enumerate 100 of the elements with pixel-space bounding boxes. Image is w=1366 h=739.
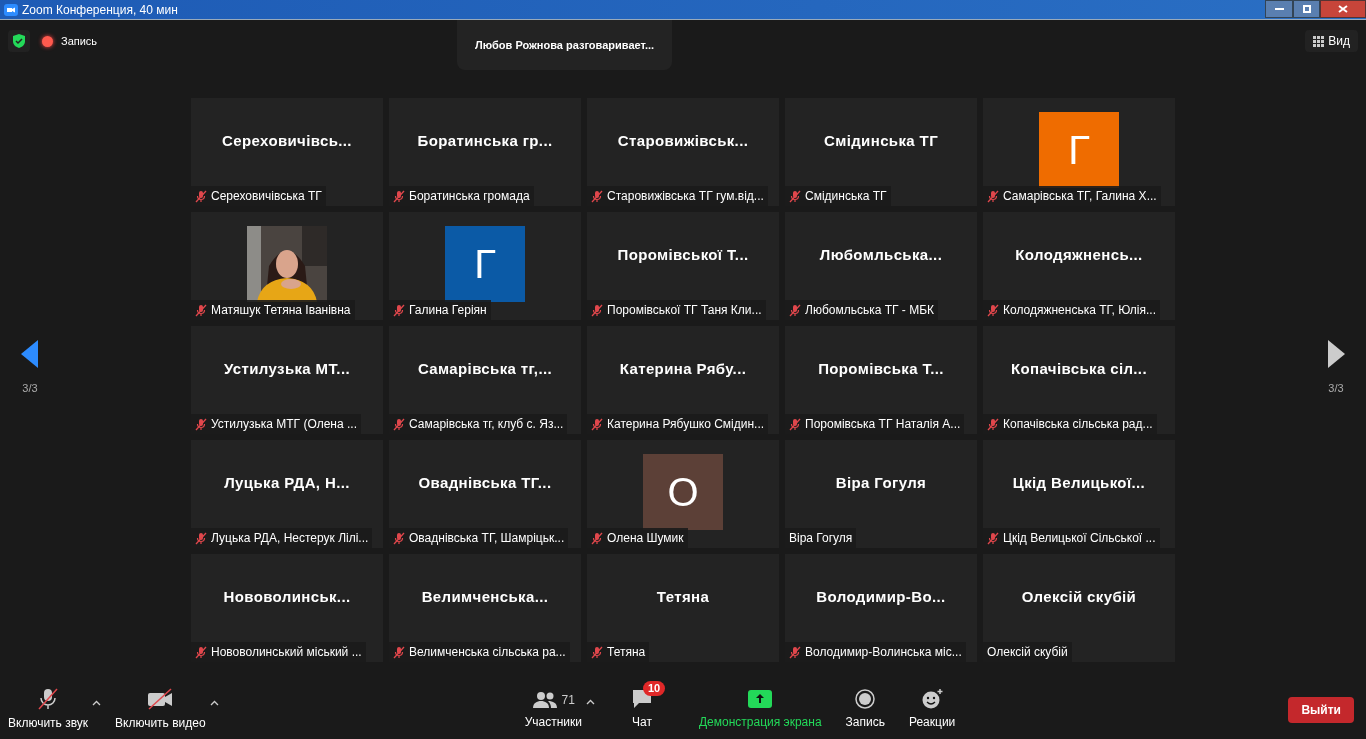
participant-label: Цкід Велицької Сільської ... [983,528,1160,548]
muted-mic-icon [591,189,603,203]
muted-mic-icon [195,417,207,431]
unmute-button[interactable]: Включить звук [8,688,89,732]
participant-name: Боратинська гр... [417,130,553,151]
avatar-tile: О [643,454,723,530]
grid-icon [1313,35,1325,47]
unread-badge: 10 [642,681,666,696]
participant-label: Старовижівська ТГ гум.від... [587,186,768,206]
participant-label: Володимир-Волинська міс... [785,642,966,662]
caret-icon[interactable] [585,699,595,705]
participant-name: Сереховичівсь... [222,130,352,151]
close-icon [1338,4,1348,13]
recording-label: Запись [61,33,98,49]
participant-label: Поромівська ТГ Наталія А... [785,414,965,434]
record-button[interactable]: Запись [845,689,885,731]
smiley-plus-icon [921,689,944,709]
camera-icon [4,3,18,16]
people-icon [531,691,558,709]
participant-name: Нововолинськ... [223,586,351,607]
participant-name: Велимченська... [421,586,549,607]
participant-name: Цкід Велицької... [1012,472,1146,493]
muted-mic-icon [987,189,999,203]
page-indicator: 3/3 [1328,381,1344,396]
muted-mic-icon [591,645,603,659]
participant-name: Старовижівськ... [617,130,749,151]
muted-mic-icon [393,531,405,545]
participant-name: Поромівської Т... [617,244,749,265]
participant-label: Самарівська ТГ, Галина Х... [983,186,1161,206]
share-screen-button[interactable]: Демонстрация экрана [698,689,822,731]
speaker-notice: Любов Рожнова разговаривает... [457,20,673,70]
muted-mic-icon [789,303,801,317]
muted-mic-icon [393,303,405,317]
participant-name: Володимир-Во... [816,586,946,607]
muted-mic-icon [393,417,405,431]
participant-label: Самарівська тг, клуб с. Яз... [389,414,568,434]
participant-name: Оваднівська ТГ... [418,472,552,493]
muted-mic-icon [789,645,801,659]
participant-label: Боратинська громада [389,186,534,206]
avatar-tile: Г [445,226,525,302]
caret-icon[interactable] [92,700,102,706]
participant-name: Поромівська Т... [818,358,944,379]
participant-name: Любомльська... [819,244,943,265]
previous-page-arrow-icon[interactable] [21,340,39,368]
participant-label: Віра Гогуля [785,528,857,548]
start-video-button[interactable]: Включить видео [115,688,206,732]
muted-mic-icon [591,417,603,431]
participant-label: Поромівської ТГ Таня Кли... [587,300,766,320]
participant-label: Катерина Рябушко Смідин... [587,414,769,434]
participant-name: Олексій скубій [1021,586,1137,607]
view-button[interactable]: Вид [1305,30,1358,52]
participant-name: Самарівська тг,... [417,358,553,379]
muted-mic-icon [987,303,999,317]
participant-label: Матяшук Тетяна Іванівна [191,300,355,320]
participant-label: Копачівська сільська рад... [983,414,1157,434]
participant-label: Велимченська сільська ра... [389,642,570,662]
minimize-button[interactable] [1265,0,1293,18]
participant-label: Луцька РДА, Нестерук Лілі... [191,528,373,548]
participant-name: Устилузька МТ... [224,358,350,379]
muted-mic-icon [393,645,405,659]
muted-mic-icon [195,303,207,317]
participant-name: Луцька РДА, Н... [224,472,350,493]
muted-mic-icon [195,645,207,659]
record-icon [855,689,876,709]
participant-label: Сереховичівська ТГ [191,186,326,206]
participant-label: Оваднівська ТГ, Шамріцьк... [389,528,569,548]
muted-mic-icon [195,531,207,545]
leave-button[interactable]: Выйти [1288,697,1354,723]
next-page-arrow-icon[interactable] [1327,340,1345,368]
restore-button[interactable] [1293,0,1320,18]
muted-mic-icon [591,303,603,317]
chat-button[interactable]: Чат 10 [618,681,675,731]
muted-mic-icon [591,531,603,545]
muted-mic-icon [789,417,801,431]
muted-mic-icon [36,688,60,710]
participant-label: Нововолинський міський ... [191,642,366,662]
muted-mic-icon [987,531,999,545]
participant-name: Смідинська ТГ [824,130,938,151]
participants-button[interactable]: 71 Участники [524,691,582,731]
muted-mic-icon [987,417,999,431]
reactions-button[interactable]: Реакции [908,689,956,731]
participant-label: Смідинська ТГ [785,186,891,206]
muted-mic-icon [393,189,405,203]
page-indicator: 3/3 [22,381,38,396]
participants-count: 71 [561,692,575,709]
muted-mic-icon [789,189,801,203]
participant-label: Олена Шумик [587,528,688,548]
security-shield-icon[interactable] [8,30,30,52]
close-button[interactable] [1320,0,1366,18]
participant-label: Любомльська ТГ - МБК [785,300,939,320]
participant-name: Віра Гогуля [835,472,927,493]
participant-name: Тетяна [656,586,710,607]
participant-label: Тетяна [587,642,650,662]
caret-icon[interactable] [209,700,219,706]
participant-name: Колодяжненсь... [1015,244,1143,265]
window-title: Zoom Конференция, 40 мин [22,1,178,19]
participant-name: Катерина Рябу... [619,358,747,379]
participant-label: Галина Геріян [389,300,491,320]
participant-label: Устилузька МТГ (Олена ... [191,414,361,434]
participant-label: Олексій скубій [983,642,1072,662]
